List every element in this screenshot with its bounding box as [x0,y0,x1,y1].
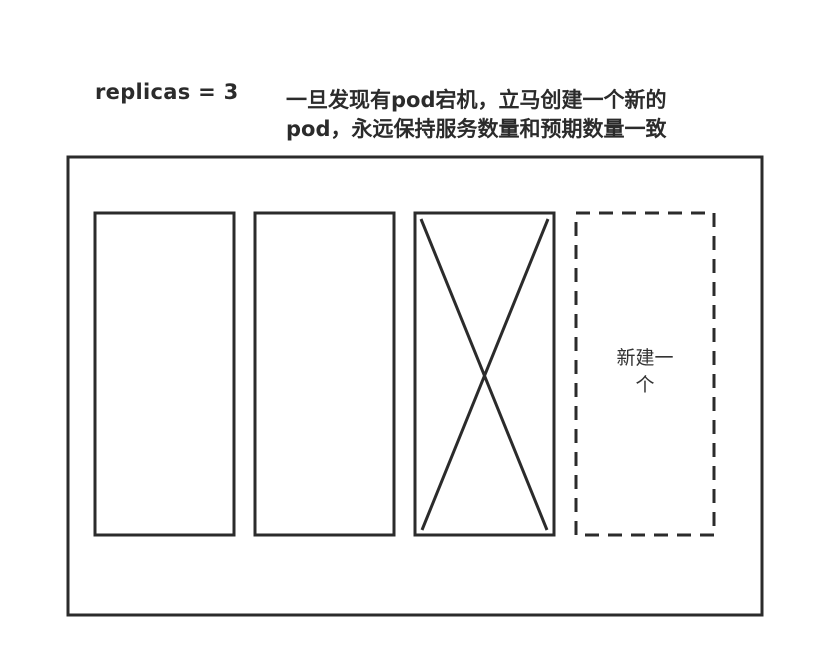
pod-3-crashed [413,211,556,537]
pod-2 [253,211,396,537]
new-pod-label-line-2: 个 [635,374,655,396]
pod-1 [93,211,236,537]
new-pod-label: 新建一 个 [576,345,714,399]
new-pod-label-line-1: 新建一 [616,347,674,369]
replica-set-diagram [66,155,764,617]
